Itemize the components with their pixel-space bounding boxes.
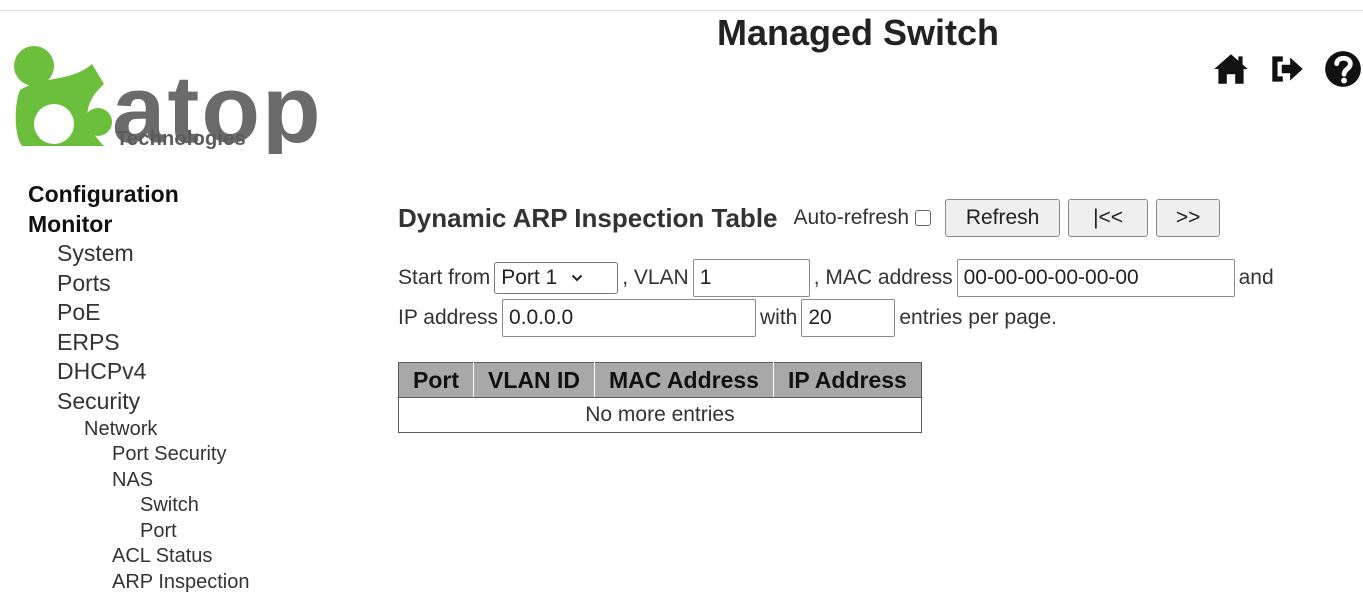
home-icon[interactable] bbox=[1210, 48, 1252, 90]
entries-suffix-label: entries per page. bbox=[899, 306, 1057, 330]
logo-subtext: Technologies bbox=[116, 128, 246, 151]
sidebar-item-arp-inspection[interactable]: ARP Inspection bbox=[28, 570, 328, 595]
table-header-row: Port VLAN ID MAC Address IP Address bbox=[399, 363, 922, 398]
first-page-button[interactable]: |<< bbox=[1068, 199, 1148, 237]
next-page-button[interactable]: >> bbox=[1156, 199, 1220, 237]
start-from-label: Start from bbox=[398, 266, 490, 290]
top-divider bbox=[0, 10, 1363, 11]
column-header-mac-address: MAC Address bbox=[595, 363, 774, 398]
main-content: Dynamic ARP Inspection Table Auto-refres… bbox=[398, 198, 1358, 433]
sidebar-item-ports[interactable]: Ports bbox=[28, 269, 328, 299]
sidebar-item-nas[interactable]: NAS bbox=[28, 468, 328, 494]
sidebar-item-poe[interactable]: PoE bbox=[28, 298, 328, 328]
title-toolbar: Dynamic ARP Inspection Table Auto-refres… bbox=[398, 198, 1358, 238]
sidebar-item-port-security[interactable]: Port Security bbox=[28, 442, 328, 468]
refresh-button[interactable]: Refresh bbox=[945, 199, 1060, 237]
sidebar-nav: Configuration Monitor System Ports PoE E… bbox=[28, 179, 328, 595]
sidebar-item-network[interactable]: Network bbox=[28, 416, 328, 442]
table-row: No more entries bbox=[399, 398, 922, 433]
mac-address-input[interactable] bbox=[957, 259, 1235, 297]
column-header-vlan-id: VLAN ID bbox=[474, 363, 595, 398]
page-title: Dynamic ARP Inspection Table bbox=[398, 203, 778, 234]
help-icon[interactable] bbox=[1322, 48, 1363, 90]
sidebar-item-monitor[interactable]: Monitor bbox=[28, 209, 328, 239]
vlan-label: , VLAN bbox=[622, 266, 689, 290]
auto-refresh-checkbox[interactable] bbox=[915, 210, 931, 226]
sidebar-item-acl-status[interactable]: ACL Status bbox=[28, 544, 328, 570]
sidebar-item-nas-port[interactable]: Port bbox=[28, 519, 328, 545]
logout-icon[interactable] bbox=[1266, 48, 1308, 90]
filter-row-2: IP address with entries per page. bbox=[398, 298, 1358, 338]
ip-label: IP address bbox=[398, 306, 498, 330]
chevron-down-icon bbox=[571, 272, 583, 284]
ip-address-input[interactable] bbox=[502, 299, 756, 337]
and-label: and bbox=[1239, 266, 1274, 290]
column-header-ip-address: IP Address bbox=[773, 363, 921, 398]
mac-label: , MAC address bbox=[814, 266, 953, 290]
vlan-input[interactable] bbox=[693, 259, 810, 297]
sidebar-item-security[interactable]: Security bbox=[28, 387, 328, 417]
logo-mark bbox=[14, 46, 112, 146]
filter-row-1: Start from Port 1 , VLAN , MAC address a… bbox=[398, 258, 1358, 298]
empty-table-message: No more entries bbox=[399, 398, 922, 433]
sidebar-item-configuration[interactable]: Configuration bbox=[28, 179, 328, 209]
sidebar-item-erps[interactable]: ERPS bbox=[28, 328, 328, 358]
page-header-title: Managed Switch bbox=[717, 12, 999, 54]
header-icon-bar bbox=[1210, 48, 1363, 90]
sidebar-item-dhcpv4[interactable]: DHCPv4 bbox=[28, 357, 328, 387]
with-label: with bbox=[760, 306, 797, 330]
start-port-select[interactable]: Port 1 bbox=[494, 262, 618, 294]
auto-refresh-label: Auto-refresh bbox=[794, 206, 910, 230]
start-port-value: Port 1 bbox=[501, 266, 557, 290]
arp-inspection-table: Port VLAN ID MAC Address IP Address No m… bbox=[398, 362, 922, 433]
sidebar-item-system[interactable]: System bbox=[28, 239, 328, 269]
entries-per-page-input[interactable] bbox=[801, 299, 895, 337]
sidebar-item-nas-switch[interactable]: Switch bbox=[28, 493, 328, 519]
column-header-port: Port bbox=[399, 363, 474, 398]
